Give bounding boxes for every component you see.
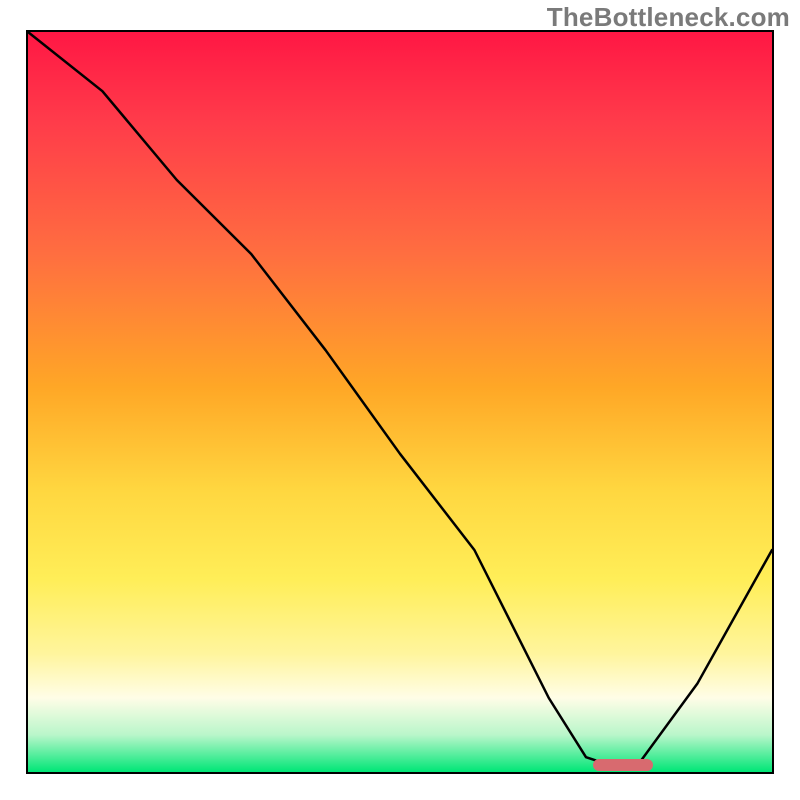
watermark-text: TheBottleneck.com — [547, 2, 790, 33]
bottleneck-curve — [28, 32, 772, 772]
plot-area — [26, 30, 774, 774]
chart-frame: TheBottleneck.com — [0, 0, 800, 800]
optimal-range-marker — [593, 759, 653, 771]
